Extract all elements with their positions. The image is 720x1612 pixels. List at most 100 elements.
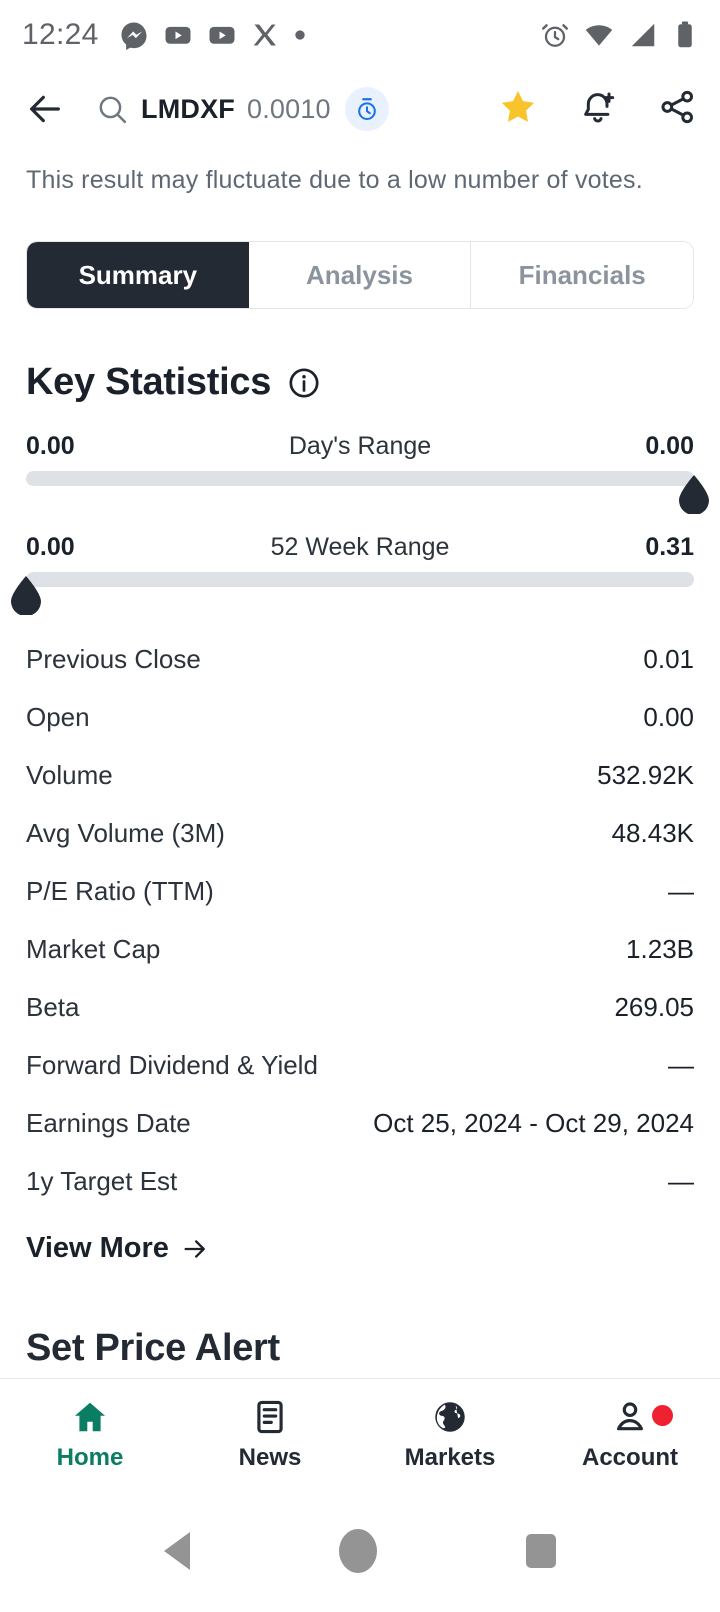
days-range-high: 0.00 <box>645 432 694 460</box>
tab-summary[interactable]: Summary <box>27 242 249 308</box>
tab-analysis[interactable]: Analysis <box>248 242 472 308</box>
nav-item-home-label: Home <box>56 1443 124 1471</box>
view-more-button[interactable]: View More <box>26 1232 694 1265</box>
tab-analysis-label: Analysis <box>306 259 413 290</box>
battery-icon <box>678 21 692 48</box>
table-row: Forward Dividend & Yield — <box>26 1036 694 1094</box>
market-status-badge[interactable] <box>344 87 389 131</box>
ticker-price: 0.0010 <box>246 93 331 124</box>
table-row: Previous Close 0.01 <box>26 630 694 688</box>
stopwatch-icon <box>357 98 376 120</box>
week52-range-labels: 0.00 52 Week Range 0.31 <box>26 533 694 562</box>
stat-value: 532.92K <box>597 759 694 790</box>
set-price-alert-heading: Set Price Alert <box>26 1327 280 1369</box>
week52-range-track <box>26 572 694 587</box>
table-row: Beta 269.05 <box>26 978 694 1036</box>
stat-value: — <box>668 1049 694 1080</box>
section-tabs: Summary Analysis Financials <box>26 241 694 309</box>
dot-icon <box>294 30 305 40</box>
account-notification-badge <box>652 1405 673 1426</box>
home-circle-icon[interactable] <box>338 1529 377 1573</box>
key-statistics-list: Previous Close 0.01 Open 0.00 Volume 532… <box>26 630 694 1210</box>
stat-label: Earnings Date <box>26 1107 191 1138</box>
stat-label: Beta <box>26 991 80 1022</box>
app-header: LMDXF 0.0010 <box>0 70 720 148</box>
status-bar: 12:24 <box>0 0 720 70</box>
stat-value: 0.01 <box>643 643 694 674</box>
stat-label: Previous Close <box>26 643 201 674</box>
favorite-star-button[interactable] <box>498 87 538 132</box>
ticker-symbol: LMDXF <box>141 93 235 124</box>
ticker-search-area[interactable]: LMDXF 0.0010 <box>96 87 389 131</box>
star-filled-icon <box>501 90 535 122</box>
back-triangle-icon[interactable] <box>164 1532 191 1570</box>
stat-label: Forward Dividend & Yield <box>26 1049 318 1080</box>
nav-item-account-label: Account <box>582 1443 678 1471</box>
stat-value: 1.23B <box>626 933 694 964</box>
stat-label: Volume <box>26 759 113 790</box>
nav-item-home[interactable]: Home <box>0 1379 180 1490</box>
nav-item-markets-label: Markets <box>404 1443 496 1471</box>
status-bar-time: 12:24 <box>22 18 99 51</box>
back-button[interactable] <box>22 86 68 132</box>
share-button[interactable] <box>658 87 698 132</box>
days-range-track <box>26 471 694 486</box>
table-row: Earnings Date Oct 25, 2024 - Oct 29, 202… <box>26 1094 694 1152</box>
table-row: Avg Volume (3M) 48.43K <box>26 804 694 862</box>
week52-range-slider <box>11 572 694 615</box>
messenger-icon <box>121 22 147 50</box>
bottom-navigation: Home News Markets Account <box>0 1378 720 1490</box>
table-row: Volume 532.92K <box>26 746 694 804</box>
add-alert-button[interactable] <box>578 87 618 132</box>
globe-icon <box>435 1401 465 1432</box>
week52-range-high: 0.31 <box>645 533 694 561</box>
stat-value: Oct 25, 2024 - Oct 29, 2024 <box>373 1107 694 1138</box>
days-range-block: 0.00 Day's Range 0.00 <box>26 432 709 514</box>
android-system-navigation <box>0 1490 720 1612</box>
youtube-icon <box>165 26 191 44</box>
stat-value: 0.00 <box>643 701 694 732</box>
stat-value: 48.43K <box>611 817 694 848</box>
key-statistics-heading: Key Statistics <box>26 361 694 404</box>
bell-plus-icon <box>584 92 615 122</box>
home-icon <box>74 1402 106 1431</box>
wifi-icon <box>585 25 613 46</box>
nav-item-news[interactable]: News <box>180 1379 360 1490</box>
app-header-actions <box>498 87 698 132</box>
share-icon <box>661 90 693 123</box>
person-icon <box>617 1401 643 1430</box>
info-circle-icon[interactable] <box>287 366 321 400</box>
table-row: Open 0.00 <box>26 688 694 746</box>
table-row: 1y Target Est — <box>26 1152 694 1210</box>
status-bar-notification-icons <box>119 20 307 50</box>
days-range-low: 0.00 <box>26 432 75 460</box>
stat-label: 1y Target Est <box>26 1165 178 1196</box>
news-icon <box>257 1400 283 1433</box>
status-bar-system-icons <box>540 20 698 50</box>
stat-value: — <box>668 1165 694 1196</box>
view-more-label: View More <box>26 1232 169 1264</box>
stat-value: — <box>668 875 694 906</box>
youtube-icon <box>209 26 235 44</box>
stat-label: Avg Volume (3M) <box>26 817 225 848</box>
tab-financials[interactable]: Financials <box>471 242 693 308</box>
arrow-left-icon <box>30 95 60 123</box>
stat-label: Market Cap <box>26 933 161 964</box>
days-range-labels: 0.00 Day's Range 0.00 <box>26 432 694 461</box>
search-icon <box>99 96 127 123</box>
nav-item-account[interactable]: Account <box>540 1379 720 1490</box>
week52-range-marker <box>11 576 41 615</box>
week52-range-low: 0.00 <box>26 533 75 561</box>
days-range-label: Day's Range <box>288 432 432 460</box>
arrow-right-icon <box>184 1239 205 1258</box>
x-twitter-icon <box>253 24 276 46</box>
recents-square-icon[interactable] <box>525 1534 556 1568</box>
week52-range-label: 52 Week Range <box>270 533 450 561</box>
stat-label: P/E Ratio (TTM) <box>26 875 214 906</box>
table-row: Market Cap 1.23B <box>26 920 694 978</box>
stat-label: Open <box>26 701 90 732</box>
tab-summary-label: Summary <box>78 259 198 290</box>
tab-financials-label: Financials <box>518 259 646 290</box>
stat-value: 269.05 <box>614 991 694 1022</box>
nav-item-markets[interactable]: Markets <box>360 1379 540 1490</box>
